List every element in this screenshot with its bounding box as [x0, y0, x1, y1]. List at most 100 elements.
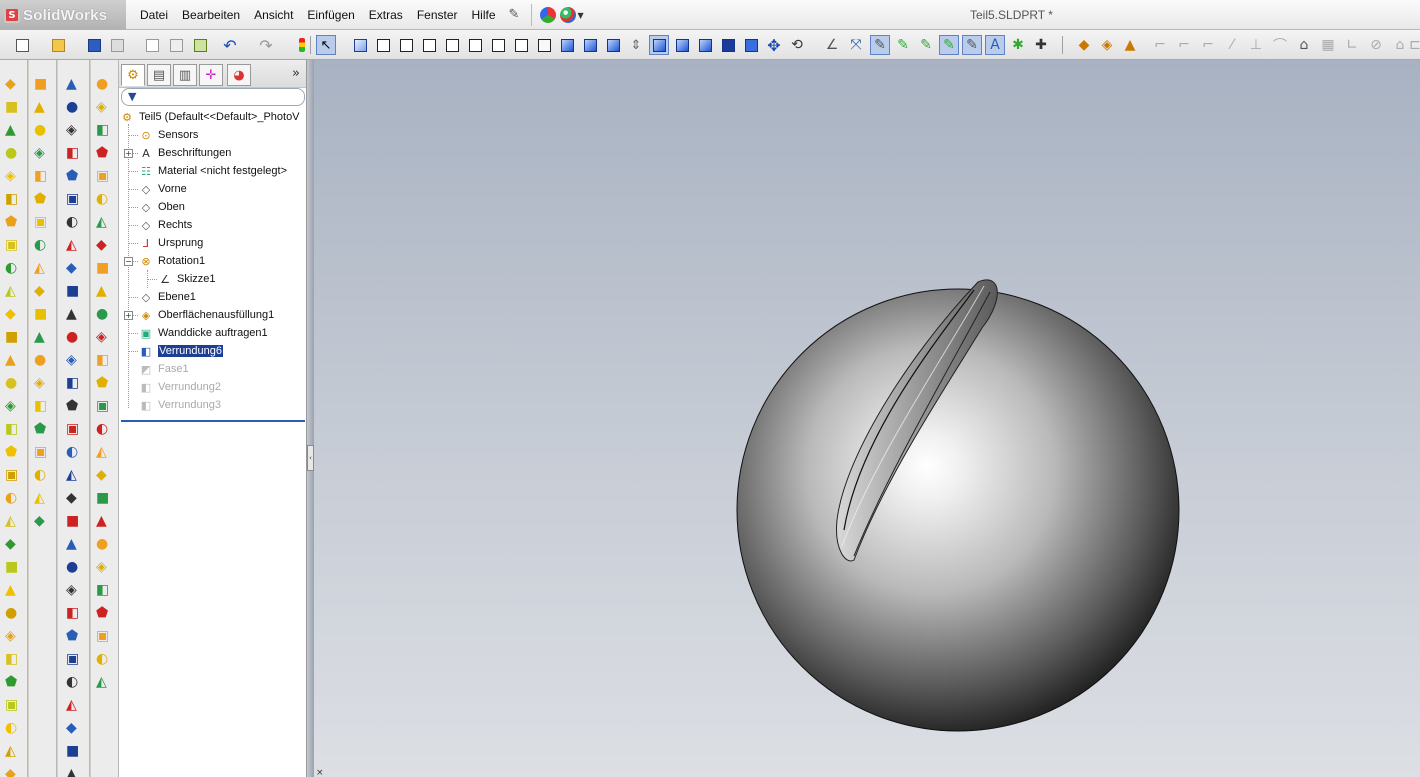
- command-icon[interactable]: ⬟: [96, 605, 112, 621]
- shaded-edges-icon[interactable]: [580, 35, 600, 55]
- collapse-handle[interactable]: ‹: [307, 445, 314, 471]
- command-icon[interactable]: ▲: [5, 122, 21, 138]
- collapse-icon[interactable]: −: [124, 257, 133, 266]
- command-icon[interactable]: ⬟: [96, 145, 112, 161]
- disabled-tool-1-icon[interactable]: ⌐: [1150, 35, 1170, 55]
- save-icon[interactable]: [84, 35, 104, 55]
- command-icon[interactable]: ◈: [5, 628, 21, 644]
- sketch-tool-g-icon[interactable]: ✱: [1008, 35, 1028, 55]
- expand-icon[interactable]: +: [124, 311, 133, 320]
- command-icon[interactable]: ◆: [5, 536, 21, 552]
- command-icon[interactable]: ◭: [66, 697, 82, 713]
- disabled-tool-9-icon[interactable]: ∟: [1342, 35, 1362, 55]
- command-icon[interactable]: ◭: [5, 513, 21, 529]
- command-icon[interactable]: ⬟: [66, 398, 82, 414]
- print-icon[interactable]: [107, 35, 127, 55]
- sketch-tool-f-icon[interactable]: A: [985, 35, 1005, 55]
- command-icon[interactable]: ●: [5, 375, 21, 391]
- dimxpert-tab-icon[interactable]: ✛: [199, 64, 223, 86]
- command-icon[interactable]: ■: [5, 329, 21, 345]
- command-icon[interactable]: ◆: [66, 490, 82, 506]
- command-icon[interactable]: ◭: [34, 260, 50, 276]
- command-icon[interactable]: ◈: [96, 99, 112, 115]
- command-icon[interactable]: ◐: [66, 444, 82, 460]
- tree-item-beschriftungen[interactable]: A Beschriftungen: [138, 144, 231, 162]
- disabled-tool-4-icon[interactable]: ⁄: [1222, 35, 1242, 55]
- tree-item-verrundung3[interactable]: ◧ Verrundung3: [138, 396, 221, 414]
- command-icon[interactable]: ◧: [5, 651, 21, 667]
- tree-filter-input[interactable]: ▼: [121, 88, 305, 106]
- tree-item-verrundung6[interactable]: ◧ Verrundung6: [138, 342, 223, 360]
- command-icon[interactable]: ◐: [34, 467, 50, 483]
- command-icon[interactable]: ▲: [66, 536, 82, 552]
- command-icon[interactable]: ▲: [96, 283, 112, 299]
- command-icon[interactable]: ◭: [5, 283, 21, 299]
- command-icon[interactable]: ▣: [34, 214, 50, 230]
- command-icon[interactable]: ■: [96, 260, 112, 276]
- command-icon[interactable]: ▲: [66, 76, 82, 92]
- command-icon[interactable]: ⬟: [66, 168, 82, 184]
- command-icon[interactable]: ▣: [66, 421, 82, 437]
- disabled-tool-8-icon[interactable]: ▦: [1318, 35, 1338, 55]
- tree-item-sensors[interactable]: ⊙ Sensors: [138, 126, 198, 144]
- command-icon[interactable]: ■: [66, 513, 82, 529]
- tree-item-ebene1[interactable]: ◇ Ebene1: [138, 288, 196, 306]
- menu-datei[interactable]: Datei: [133, 8, 175, 22]
- assembly-tool-a-icon[interactable]: ◆: [1074, 35, 1094, 55]
- command-icon[interactable]: ◐: [5, 720, 21, 736]
- command-icon[interactable]: ▲: [66, 766, 82, 777]
- menu-fenster[interactable]: Fenster: [410, 8, 465, 22]
- command-icon[interactable]: ◭: [34, 490, 50, 506]
- command-icon[interactable]: ◧: [66, 605, 82, 621]
- command-icon[interactable]: ●: [96, 306, 112, 322]
- command-icon[interactable]: ●: [5, 145, 21, 161]
- command-icon[interactable]: ⬟: [5, 674, 21, 690]
- command-icon[interactable]: ◧: [66, 375, 82, 391]
- disabled-tool-6-icon[interactable]: ⌒: [1270, 35, 1290, 55]
- sketch-tool-h-icon[interactable]: ✚: [1031, 35, 1051, 55]
- command-icon[interactable]: ◆: [34, 513, 50, 529]
- pin-icon[interactable]: ✎: [509, 7, 525, 23]
- disabled-tool-11-icon[interactable]: ⌂: [1390, 35, 1410, 55]
- command-icon[interactable]: ⬟: [66, 628, 82, 644]
- disabled-tool-12-icon[interactable]: ⊏: [1409, 35, 1420, 55]
- print-preview-icon[interactable]: [142, 35, 162, 55]
- tree-item-rotation1[interactable]: ⊗ Rotation1: [138, 252, 205, 270]
- command-icon[interactable]: ◈: [66, 352, 82, 368]
- command-icon[interactable]: ▣: [66, 191, 82, 207]
- tree-item-verrundung2[interactable]: ◧ Verrundung2: [138, 378, 221, 396]
- command-icon[interactable]: ◧: [66, 145, 82, 161]
- appearance-ball-icon[interactable]: [539, 7, 556, 23]
- realview-icon[interactable]: [718, 35, 738, 55]
- tree-item-fase1[interactable]: ◩ Fase1: [138, 360, 189, 378]
- traffic-light-icon[interactable]: [292, 35, 312, 55]
- menu-hilfe[interactable]: Hilfe: [465, 8, 503, 22]
- command-icon[interactable]: ■: [66, 743, 82, 759]
- command-icon[interactable]: ◆: [5, 76, 21, 92]
- command-icon[interactable]: ▣: [96, 168, 112, 184]
- command-icon[interactable]: ▲: [34, 329, 50, 345]
- command-icon[interactable]: ◆: [66, 260, 82, 276]
- tree-item-oberflächenausfüllung1[interactable]: ◈ Oberflächenausfüllung1: [138, 306, 274, 324]
- undo-icon[interactable]: ↶: [220, 35, 240, 55]
- rebuild-icon[interactable]: [190, 35, 210, 55]
- sketch-tool-b-icon[interactable]: ✎: [893, 35, 913, 55]
- command-icon[interactable]: ■: [34, 76, 50, 92]
- sketch-tool-e-icon[interactable]: ✎: [962, 35, 982, 55]
- sketch-tool-a-icon[interactable]: ✎: [870, 35, 890, 55]
- command-icon[interactable]: ◆: [96, 467, 112, 483]
- perspective-icon[interactable]: ⇕: [626, 35, 646, 55]
- disabled-tool-10-icon[interactable]: ⊘: [1366, 35, 1386, 55]
- command-icon[interactable]: ●: [96, 536, 112, 552]
- command-icon[interactable]: ◐: [96, 421, 112, 437]
- command-icon[interactable]: ◈: [66, 122, 82, 138]
- command-icon[interactable]: ●: [66, 99, 82, 115]
- new-document-icon[interactable]: [12, 35, 32, 55]
- view-iso-icon[interactable]: [488, 35, 508, 55]
- command-icon[interactable]: ▣: [96, 628, 112, 644]
- command-icon[interactable]: ●: [96, 76, 112, 92]
- command-icon[interactable]: ◐: [96, 651, 112, 667]
- command-icon[interactable]: ▣: [5, 467, 21, 483]
- command-icon[interactable]: ◈: [96, 559, 112, 575]
- command-icon[interactable]: ◆: [66, 720, 82, 736]
